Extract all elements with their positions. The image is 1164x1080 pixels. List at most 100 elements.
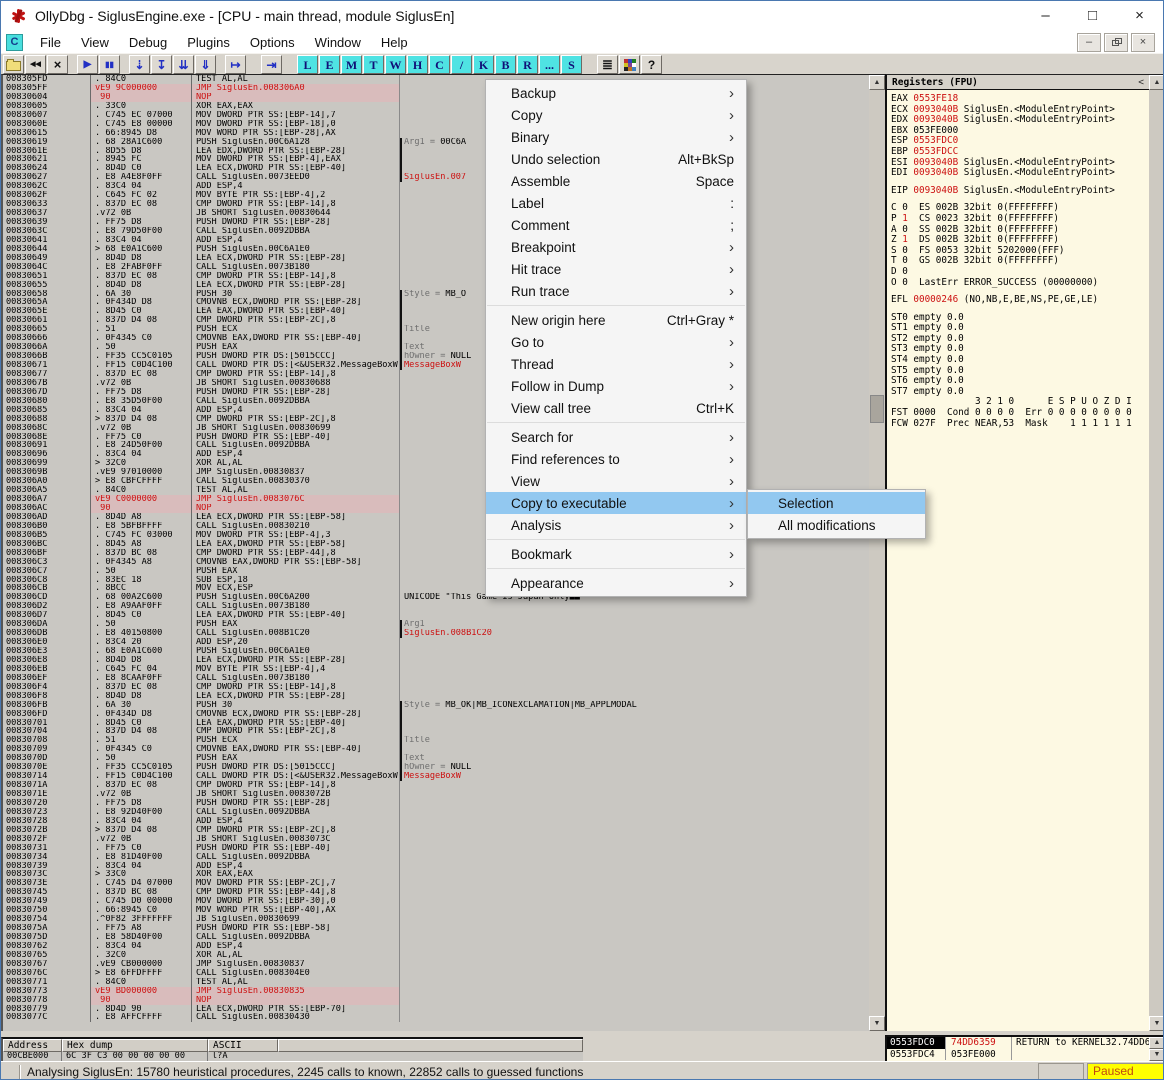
disasm-row[interactable]: 00830767.vE9 CB000000JMP SiglusEn.008308… <box>3 960 869 969</box>
context-menu-item-appearance[interactable]: Appearance› <box>486 572 746 594</box>
disasm-row[interactable]: 00830704. 837D D4 08CMP DWORD PTR SS:[EB… <box>3 727 869 736</box>
disasm-row[interactable]: 0083075A. FF75 A8PUSH DWORD PTR SS:[EBP-… <box>3 924 869 933</box>
disasm-row[interactable]: 0083070E. FF35 CC5C0105PUSH DWORD PTR DS… <box>3 763 869 772</box>
disasm-row[interactable]: 0083076C> E8 6FFDFFFFCALL SiglusEn.00830… <box>3 969 869 978</box>
disasm-row[interactable]: 00830750. 66:8945 C0MOV WORD PTR SS:[EBP… <box>3 906 869 915</box>
collapse-icon[interactable]: < <box>1138 77 1144 88</box>
disasm-row[interactable]: 008306DA. 50PUSH EAXArg1 <box>3 620 869 629</box>
handles-button[interactable]: H <box>407 55 428 74</box>
register-eip[interactable]: EIP 0093040B SiglusEn.<ModuleEntryPoint> <box>891 186 1149 197</box>
title-bar[interactable]: OllyDbg - SiglusEngine.exe - [CPU - main… <box>1 1 1163 31</box>
cpu-button[interactable]: C <box>429 55 450 74</box>
log-window-button[interactable]: L <box>297 55 318 74</box>
context-menu-item-copy[interactable]: Copy› <box>486 104 746 126</box>
context-menu-item-follow-in-dump[interactable]: Follow in Dump› <box>486 375 746 397</box>
disasm-row[interactable]: 0083072F.v72 0BJB SHORT SiglusEn.0083073… <box>3 835 869 844</box>
context-menu-item-bookmark[interactable]: Bookmark› <box>486 543 746 565</box>
threads-button[interactable]: T <box>363 55 384 74</box>
mdi-restore-button[interactable] <box>1104 33 1128 52</box>
disasm-row[interactable]: 0083073E. C745 D4 07000MOV DWORD PTR SS:… <box>3 879 869 888</box>
context-menu-item-search-for[interactable]: Search for› <box>486 426 746 448</box>
scroll-down-icon[interactable]: ▼ <box>869 1016 885 1031</box>
dump-row[interactable]: 00CBE000 6C 3F C3 00 00 00 00 00 l?Ã <box>3 1052 583 1061</box>
step-into-button[interactable]: ⇣ <box>129 55 150 74</box>
scroll-up-icon[interactable]: ▲ <box>1149 1037 1164 1049</box>
go-to-address-button[interactable]: ⇥ <box>261 55 282 74</box>
mdi-close-button[interactable]: × <box>1131 33 1155 52</box>
scroll-up-icon[interactable]: ▲ <box>869 75 885 90</box>
disasm-row[interactable]: 00830714. FF15 C0D4C100CALL DWORD PTR DS… <box>3 772 869 781</box>
flag-t[interactable]: T 0 GS 002B 32bit 0(FFFFFFFF) <box>891 256 1149 267</box>
register-efl[interactable]: EFL 00000246 (NO,NB,E,BE,NS,PE,GE,LE) <box>891 295 1149 306</box>
disasm-row[interactable]: 00830723. E8 92D40F00CALL SiglusEn.0092D… <box>3 808 869 817</box>
execute-till-return-button[interactable]: ↦ <box>225 55 246 74</box>
disasm-row[interactable]: 00830773vE9 BD000000JMP SiglusEn.0083083… <box>3 987 869 996</box>
menu-plugins[interactable]: Plugins <box>177 35 240 50</box>
stack-pane[interactable]: 0553FDC074DD6359RETURN to KERNEL32.74DD6… <box>885 1035 1149 1061</box>
context-menu-item-copy-to-executable[interactable]: Copy to executable› <box>486 492 746 514</box>
scroll-down-icon[interactable]: ▼ <box>1149 1049 1164 1061</box>
scrollbar-thumb[interactable] <box>870 395 884 423</box>
options-button[interactable]: ≣ <box>597 55 618 74</box>
context-menu-item-breakpoint[interactable]: Breakpoint› <box>486 236 746 258</box>
disasm-row[interactable]: 0083072B> 837D D4 08CMP DWORD PTR SS:[EB… <box>3 826 869 835</box>
disassembly-scrollbar[interactable]: ▲ ▼ <box>869 74 885 1031</box>
mdi-minimize-button[interactable]: – <box>1077 33 1101 52</box>
restart-button[interactable]: ◀◀ <box>25 55 46 74</box>
disasm-row[interactable]: 00830765. 32C0XOR AL,AL <box>3 951 869 960</box>
context-menu-item-comment[interactable]: Comment; <box>486 214 746 236</box>
close-button[interactable]: × <box>1116 1 1163 31</box>
disasm-row[interactable]: 00830709. 0F4345 C0CMOVNB EAX,DWORD PTR … <box>3 745 869 754</box>
registers-pane[interactable]: Registers (FPU) < EAX 0553FE18ECX 009304… <box>885 74 1149 1031</box>
step-over-button[interactable]: ↧ <box>151 55 172 74</box>
disasm-row[interactable]: 00830754.^0F82 3FFFFFFFJB SiglusEn.00830… <box>3 915 869 924</box>
context-menu-item-view[interactable]: View› <box>486 470 746 492</box>
disasm-row[interactable]: 00830749. C745 D0 00000MOV DWORD PTR SS:… <box>3 897 869 906</box>
disasm-row[interactable]: 008306FB. 6A 30PUSH 30Style = MB_OK|MB_I… <box>3 701 869 710</box>
context-menu-item-undo-selection[interactable]: Undo selectionAlt+BkSp <box>486 148 746 170</box>
context-menu-item-thread[interactable]: Thread› <box>486 353 746 375</box>
windows-button[interactable]: W <box>385 55 406 74</box>
menu-options[interactable]: Options <box>240 35 305 50</box>
source-button[interactable]: S <box>561 55 582 74</box>
pause-button[interactable]: ▮▮ <box>99 55 120 74</box>
close-process-button[interactable]: × <box>47 55 68 74</box>
registers-scrollbar[interactable]: ▲ ▼ <box>1149 74 1164 1031</box>
context-menu-item-go-to[interactable]: Go to› <box>486 331 746 353</box>
context-menu-item-find-references-to[interactable]: Find references to› <box>486 448 746 470</box>
run-trace-button[interactable]: ... <box>539 55 560 74</box>
breakpoints-button[interactable]: B <box>495 55 516 74</box>
disasm-row[interactable]: 008306F8. 8D4D D8LEA ECX,DWORD PTR SS:[E… <box>3 692 869 701</box>
call-stack-button[interactable]: K <box>473 55 494 74</box>
appearance-button[interactable] <box>619 55 640 74</box>
disasm-row[interactable]: 00830731. FF75 C0PUSH DWORD PTR SS:[EBP-… <box>3 844 869 853</box>
context-menu-item-backup[interactable]: Backup› <box>486 82 746 104</box>
cpu-window-icon[interactable]: C <box>6 34 23 51</box>
disasm-row[interactable]: 008306E0. 83C4 20ADD ESP,20 <box>3 638 869 647</box>
disasm-row[interactable]: 008306FD. 0F434D D8CMOVNB ECX,DWORD PTR … <box>3 710 869 719</box>
disasm-row[interactable]: 0083071E.v72 0BJB SHORT SiglusEn.0083072… <box>3 790 869 799</box>
executable-modules-button[interactable]: E <box>319 55 340 74</box>
context-menu-item-binary[interactable]: Binary› <box>486 126 746 148</box>
context-menu-item-hit-trace[interactable]: Hit trace› <box>486 258 746 280</box>
disasm-row[interactable]: 00830771. 84C0TEST AL,AL <box>3 978 869 987</box>
references-button[interactable]: R <box>517 55 538 74</box>
trace-over-button[interactable]: ⇓ <box>195 55 216 74</box>
disasm-row[interactable]: 0083073C> 33C0XOR EAX,EAX <box>3 870 869 879</box>
disasm-row[interactable]: 00830739. 83C4 04ADD ESP,4 <box>3 862 869 871</box>
disasm-row[interactable]: 0083077C. E8 AFFCFFFFCALL SiglusEn.00830… <box>3 1013 869 1022</box>
context-menu-item-new-origin-here[interactable]: New origin hereCtrl+Gray * <box>486 309 746 331</box>
disasm-row[interactable]: 0083070D. 50PUSH EAXText <box>3 754 869 763</box>
disasm-row[interactable]: 0083075D. E8 58D40F00CALL SiglusEn.0092D… <box>3 933 869 942</box>
disasm-row[interactable]: 008306E3. 68 E0A1C600PUSH SiglusEn.00C6A… <box>3 647 869 656</box>
register-edi[interactable]: EDI 0093040B SiglusEn.<ModuleEntryPoint> <box>891 168 1149 179</box>
minimize-button[interactable]: – <box>1022 1 1069 31</box>
disasm-row[interactable]: 00830734. E8 81D40F00CALL SiglusEn.0092D… <box>3 853 869 862</box>
submenu-item-all-modifications[interactable]: All modifications <box>748 514 925 536</box>
disasm-row[interactable]: 008306EB. C645 FC 04MOV BYTE PTR SS:[EBP… <box>3 665 869 674</box>
disasm-row[interactable]: 00830728. 83C4 04ADD ESP,4 <box>3 817 869 826</box>
disasm-row[interactable]: 0083071A. 837D EC 08CMP DWORD PTR SS:[EB… <box>3 781 869 790</box>
disasm-row[interactable]: 00830779. 8D4D 90LEA ECX,DWORD PTR SS:[E… <box>3 1005 869 1014</box>
disasm-row[interactable]: 008306D7. 8D45 C0LEA EAX,DWORD PTR SS:[E… <box>3 611 869 620</box>
registers-header[interactable]: Registers (FPU) < <box>887 75 1149 90</box>
